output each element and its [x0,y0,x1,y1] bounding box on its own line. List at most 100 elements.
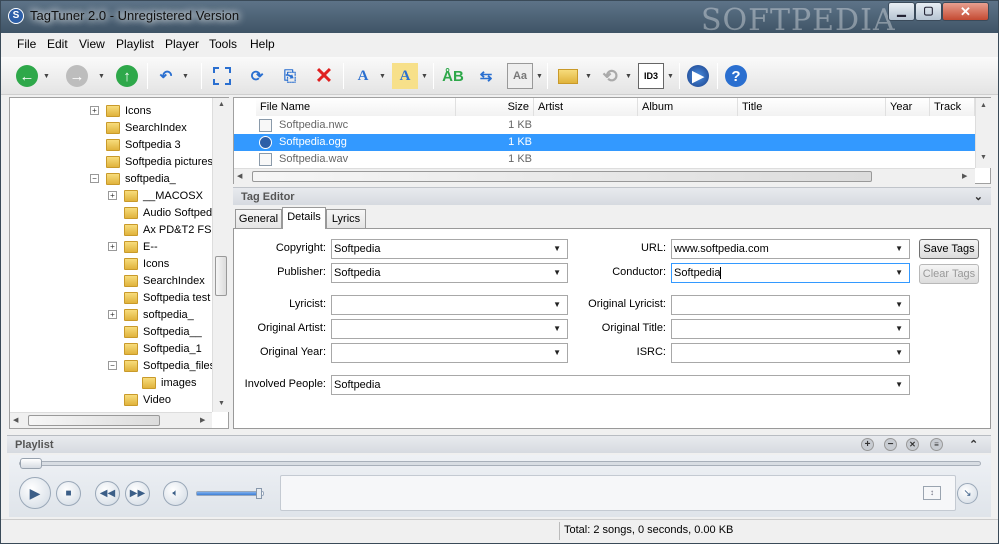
table-row[interactable]: Softpedia.wav 1 KB [234,151,975,168]
edit-tag-dropdown-icon[interactable]: ▼ [379,73,386,80]
app-icon[interactable]: S [8,8,24,24]
tree-vscrollbar[interactable]: ▲ ▼ [212,98,229,412]
close-button[interactable]: ✕ [942,2,989,21]
sync-dropdown-icon[interactable]: ▼ [625,73,632,80]
title-bar[interactable]: S TagTuner 2.0 - Unregistered Version SO… [1,1,998,38]
select-button[interactable] [209,63,235,89]
files-hscroll-thumb[interactable] [252,171,872,182]
chevron-down-icon[interactable]: ▼ [895,344,903,362]
tree-item[interactable]: __MACOSX [124,187,203,204]
tree-item[interactable]: Softpedia test [124,289,210,306]
scroll-down-icon[interactable]: ▼ [980,154,987,161]
files-hscrollbar[interactable]: ◀ ▶ [234,168,975,184]
tree-item[interactable]: Audio Softpedia [124,204,221,221]
files-vscrollbar[interactable]: ▲ ▼ [975,98,991,168]
id3-dropdown-icon[interactable]: ▼ [667,73,674,80]
tab-lyrics[interactable]: Lyrics [326,209,366,229]
help-button[interactable]: ? [723,63,749,89]
playlist-clear-icon[interactable]: ✕ [906,438,919,451]
scroll-up-icon[interactable]: ▲ [218,101,225,108]
tree-item[interactable]: Video [124,391,171,408]
write-tags-button[interactable]: ⎘ [277,63,303,89]
minimize-button[interactable]: ▁ [888,2,915,21]
volume-slider[interactable] [196,488,264,499]
original-title-field[interactable]: ▼ [671,319,910,339]
folders-dropdown-icon[interactable]: ▼ [585,73,592,80]
edit-tag-button[interactable]: A [350,63,376,89]
tree-hscrollbar[interactable]: ◀ ▶ [10,412,212,428]
rename-dropdown-icon[interactable]: ▼ [421,73,428,80]
tree-item[interactable]: Softpedia pictures [106,153,213,170]
lyricist-field[interactable]: ▼ [331,295,568,315]
folder-tree[interactable]: + Icons SearchIndex Softpedia 3 Softpedia pi… [9,97,229,429]
menu-edit[interactable]: Edit [47,37,68,51]
original-year-field[interactable]: ▼ [331,343,568,363]
forward-dropdown-icon[interactable]: ▼ [98,73,105,80]
playlist-add-icon[interactable]: + [861,438,874,451]
playlist-remove-icon[interactable]: − [884,438,897,451]
tree-item[interactable]: Softpedia_1 [124,340,202,357]
folders-button[interactable] [555,63,581,89]
menu-tools[interactable]: Tools [209,37,237,51]
media-player-button[interactable]: ▶ [685,63,711,89]
maximize-button[interactable]: ▢ [915,2,942,21]
next-button[interactable]: ▶▶ [125,481,150,506]
col-title[interactable]: Title [738,98,886,116]
tree-hscroll-thumb[interactable] [28,415,160,426]
volume-knob[interactable] [255,488,262,499]
menu-playlist[interactable]: Playlist [116,37,154,51]
tree-item[interactable]: softpedia_ [124,306,194,323]
rename-button[interactable]: A [392,63,418,89]
collapse-icon[interactable]: ⌄ [974,188,983,206]
forward-button[interactable]: → [64,63,90,89]
tree-expander[interactable]: + [108,242,117,251]
col-year[interactable]: Year [886,98,930,116]
tab-details[interactable]: Details [282,207,326,229]
seek-bar[interactable] [19,458,981,469]
mute-button[interactable]: 🔈︎ [163,481,188,506]
tree-item[interactable]: SearchIndex [106,119,187,136]
back-dropdown-icon[interactable]: ▼ [43,73,50,80]
table-row[interactable]: Softpedia.ogg 1 KB [234,134,975,151]
col-album[interactable]: Album [638,98,738,116]
scroll-right-icon[interactable]: ▶ [200,416,205,424]
tree-expander[interactable]: + [108,191,117,200]
seek-knob[interactable] [20,458,42,469]
display-mode-icon[interactable]: ↕ [923,486,941,500]
tree-item[interactable]: Ax PD&T2 FSE [124,221,219,238]
involved-people-field[interactable]: Softpedia ▼ [331,375,910,395]
menu-help[interactable]: Help [250,37,275,51]
tree-expander[interactable]: − [108,361,117,370]
tree-expander[interactable]: − [90,174,99,183]
move-button[interactable]: ⇆ [473,63,499,89]
scroll-up-icon[interactable]: ▲ [980,102,987,109]
up-button[interactable]: ↑ [114,63,140,89]
spell-button[interactable]: ÅB [440,63,466,89]
col-track[interactable]: Track [930,98,975,116]
read-tags-button[interactable]: ⟳ [244,63,270,89]
isrc-field[interactable]: ▼ [671,343,910,363]
tree-item[interactable]: Softpedia__ [124,323,202,340]
tree-item[interactable]: Softpedia_files [124,357,215,374]
scroll-left-icon[interactable]: ◀ [237,172,242,180]
expand-icon[interactable]: ⌃ [969,436,978,454]
tree-expander[interactable]: + [90,106,99,115]
previous-button[interactable]: ◀◀ [95,481,120,506]
publisher-field[interactable]: Softpedia ▼ [331,263,568,283]
col-size[interactable]: Size [456,98,534,116]
chevron-down-icon[interactable]: ▼ [895,296,903,314]
play-button[interactable]: ▶ [19,477,51,509]
tree-item[interactable]: Icons [106,102,151,119]
menu-file[interactable]: File [17,37,36,51]
stop-button[interactable]: ■ [56,481,81,506]
scroll-down-icon[interactable]: ▼ [218,400,225,407]
save-tags-button[interactable]: Save Tags [919,239,979,259]
chevron-down-icon[interactable]: ▼ [895,320,903,338]
chevron-down-icon[interactable]: ▼ [895,376,903,394]
menu-view[interactable]: View [79,37,105,51]
conductor-field[interactable]: Softpedia ▼ [671,263,910,283]
chevron-down-icon[interactable]: ▼ [895,264,903,282]
col-artist[interactable]: Artist [534,98,638,116]
undo-button[interactable]: ↶ [153,63,179,89]
tree-item[interactable]: softpedia_ [106,170,176,187]
